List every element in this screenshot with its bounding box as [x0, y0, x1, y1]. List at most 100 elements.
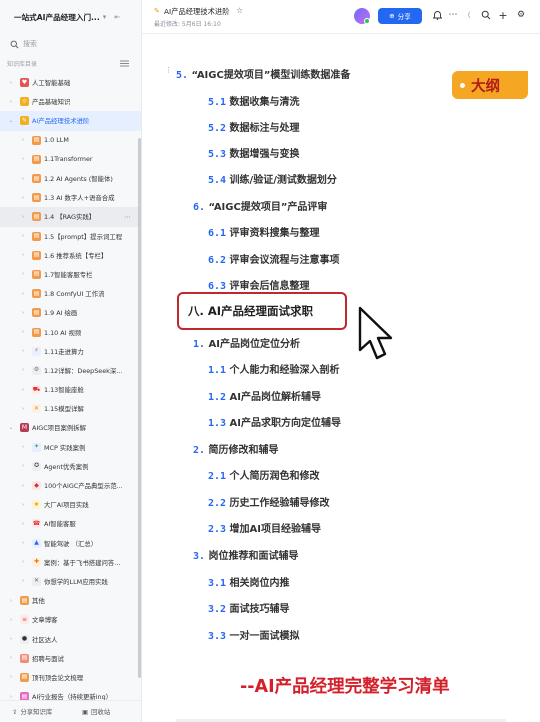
chevron-icon[interactable]: › — [20, 291, 26, 297]
filter-icon[interactable] — [120, 60, 129, 67]
section-heading[interactable]: 八. AI产品经理面试求职 — [188, 303, 313, 319]
sidebar-item[interactable]: › ▤ 1.5【prompt】提示词工程 — [0, 227, 141, 246]
outline-item[interactable]: 1.1 个人能力和经验深入剖析 — [208, 361, 340, 376]
bell-icon[interactable] — [430, 8, 444, 22]
chevron-icon[interactable]: › — [8, 99, 14, 105]
chevron-icon[interactable]: › — [20, 463, 26, 469]
outline-item[interactable]: 5.1 数据收集与清洗 — [208, 93, 300, 108]
chevron-icon[interactable]: ⌄ — [8, 118, 14, 124]
chevron-icon[interactable]: › — [20, 540, 26, 546]
outline-item[interactable]: 2.3 增加AI项目经验辅导 — [208, 520, 321, 535]
outline-item[interactable]: 2.1 个人简历润色和修改 — [208, 467, 320, 482]
chevron-icon[interactable]: › — [20, 214, 26, 220]
chevron-icon[interactable]: ⌄ — [8, 425, 14, 431]
star-icon[interactable]: ☆ — [236, 6, 243, 15]
chevron-down-icon[interactable]: ▾ — [103, 13, 107, 21]
chevron-icon[interactable]: › — [8, 674, 14, 680]
sidebar-item[interactable]: › ▤ 顶刊顶会论文梳理 — [0, 668, 141, 687]
chevron-icon[interactable]: › — [20, 502, 26, 508]
search-input[interactable]: 搜索 — [0, 36, 141, 52]
share-button[interactable]: ⊕ 分享 — [378, 8, 422, 24]
drag-handle-icon[interactable]: ⋮ — [165, 66, 172, 74]
sidebar-item[interactable]: › ✕ 1.15模型详解 — [0, 399, 141, 418]
sidebar-item[interactable]: › ⛟ 1.13智能座舱 — [0, 380, 141, 399]
sidebar-item[interactable]: › ✚ 案例：基于飞书搭建问答... — [0, 553, 141, 572]
sidebar-item[interactable]: › ▤ 1.3 AI 数字人+语音合成 — [0, 188, 141, 207]
outline-item[interactable]: 1. AI产品岗位定位分析 — [193, 335, 300, 350]
sidebar-item[interactable]: › ☎ AI智能客服 — [0, 514, 141, 533]
chevron-icon[interactable]: › — [20, 348, 26, 354]
chevron-icon[interactable]: › — [20, 137, 26, 143]
chevron-icon[interactable]: › — [20, 444, 26, 450]
share-kb-button[interactable]: ⇪ 分享知识库 — [12, 707, 52, 717]
chevron-icon[interactable]: › — [20, 521, 26, 527]
chevron-icon[interactable]: › — [20, 406, 26, 412]
search-icon[interactable] — [479, 8, 493, 22]
outline-item[interactable]: 5. “AIGC提效项目”模型训练数据准备 — [176, 66, 350, 81]
sidebar-item[interactable]: › ▲ 智能驾驶 （汇总） — [0, 534, 141, 553]
outline-item[interactable]: 3. 岗位推荐和面试辅导 — [193, 547, 299, 562]
chevron-icon[interactable]: › — [8, 694, 14, 700]
chevron-icon[interactable]: › — [20, 367, 26, 373]
chevron-icon[interactable]: › — [20, 176, 26, 182]
more-icon[interactable]: ⋯ — [124, 213, 131, 221]
chevron-icon[interactable]: › — [20, 310, 26, 316]
sidebar-scrollbar[interactable] — [138, 138, 141, 678]
chevron-icon[interactable]: › — [8, 617, 14, 623]
outline-item[interactable]: 2. 简历修改和辅导 — [193, 441, 279, 456]
sidebar-item[interactable]: › ▤ 1.1Transformer — [0, 150, 141, 169]
sidebar-item[interactable]: ⌄ M AIGC项目案例拆解 — [0, 418, 141, 437]
sidebar-item[interactable]: › ▤ 1.0 LLM — [0, 131, 141, 150]
sidebar-item[interactable]: › ▤ 1.7智能客服专栏 — [0, 265, 141, 284]
outline-item[interactable]: 6.1 评审资料搜集与整理 — [208, 224, 320, 239]
outline-item[interactable]: 6.3 评审会后信息整理 — [208, 277, 310, 292]
chevron-icon[interactable]: › — [20, 195, 26, 201]
document-title[interactable]: AI产品经理技术进阶 — [164, 7, 230, 17]
sidebar-item[interactable]: › ⚡ 1.11走进算力 — [0, 342, 141, 361]
chevron-icon[interactable]: › — [20, 329, 26, 335]
chevron-icon[interactable]: › — [20, 233, 26, 239]
chevron-icon[interactable]: › — [8, 598, 14, 604]
chevron-icon[interactable]: › — [8, 655, 14, 661]
chevron-icon[interactable]: › — [20, 271, 26, 277]
sidebar-item[interactable]: › ▤ 1.8 ComfyUI 工作流 — [0, 284, 141, 303]
sidebar-item[interactable]: › ≡ 文章博客 — [0, 610, 141, 629]
sidebar-item[interactable]: › ♥ 人工智能基础 — [0, 73, 141, 92]
sidebar-item[interactable]: › ▤ 1.6 推荐系统【专栏】 — [0, 246, 141, 265]
chevron-icon[interactable]: › — [8, 636, 14, 642]
sidebar-item[interactable]: › ▤ 1.4 【RAG实践】 ⋯ — [0, 207, 141, 227]
outline-item[interactable]: 3.2 面试技巧辅导 — [208, 600, 290, 615]
sidebar-item[interactable]: ⌄ ✎ AI产品经理技术进阶 — [0, 111, 141, 131]
sidebar-item[interactable]: › ▤ 招聘与面试 — [0, 649, 141, 668]
settings-icon[interactable]: ⚙ — [514, 8, 528, 22]
chevron-icon[interactable]: › — [8, 80, 14, 86]
knowledge-base-name[interactable]: 一站式AI产品经理入门... — [14, 12, 100, 23]
chevron-icon[interactable]: › — [20, 578, 26, 584]
sidebar-item[interactable]: › ▤ 其他 — [0, 591, 141, 610]
sidebar-item[interactable]: › ▤ 1.2 AI Agents (智能体) — [0, 169, 141, 188]
sidebar-item[interactable]: › ● 社区达人 — [0, 629, 141, 648]
sidebar-item[interactable]: › ✪ Agent优秀案例 — [0, 457, 141, 476]
chevron-icon[interactable]: › — [20, 252, 26, 258]
outline-item[interactable]: 5.2 数据标注与处理 — [208, 119, 300, 134]
sidebar-item[interactable]: › ☼ 产品基础知识 — [0, 92, 141, 111]
outline-item[interactable]: 1.3 AI产品求职方向定位辅导 — [208, 414, 341, 429]
outline-item[interactable]: 6.2 评审会议流程与注意事项 — [208, 251, 340, 266]
sidebar-item[interactable]: › ✕ 你想学的LLM应用实践 — [0, 572, 141, 591]
sidebar-item[interactable]: › ⚙ 1.12详解：DeepSeek深... — [0, 361, 141, 380]
outline-item[interactable]: 5.3 数据增强与变换 — [208, 145, 300, 160]
chevron-icon[interactable]: › — [20, 387, 26, 393]
sidebar-item[interactable]: › ★ 大厂AI项目实践 — [0, 495, 141, 514]
sidebar-item[interactable]: › ◆ 100个AIGC产品典型示范... — [0, 476, 141, 495]
chevron-icon[interactable]: › — [20, 559, 26, 565]
add-icon[interactable]: + — [496, 8, 510, 22]
sidebar-item[interactable]: › ▤ 1.9 AI 绘画 — [0, 303, 141, 322]
outline-item[interactable]: 6. “AIGC提效项目”产品评审 — [193, 198, 327, 213]
collapse-sidebar-icon[interactable]: ⇤ — [114, 13, 120, 21]
sidebar-item[interactable]: › ✦ MCP 实践案例 — [0, 438, 141, 457]
outline-item[interactable]: 3.1 相关岗位内推 — [208, 574, 290, 589]
outline-item[interactable]: 1.2 AI产品岗位解析辅导 — [208, 388, 321, 403]
trash-button[interactable]: ▣ 回收站 — [82, 707, 110, 717]
chevron-icon[interactable]: › — [20, 156, 26, 162]
outline-item[interactable]: 2.2 历史工作经验辅导修改 — [208, 494, 330, 509]
